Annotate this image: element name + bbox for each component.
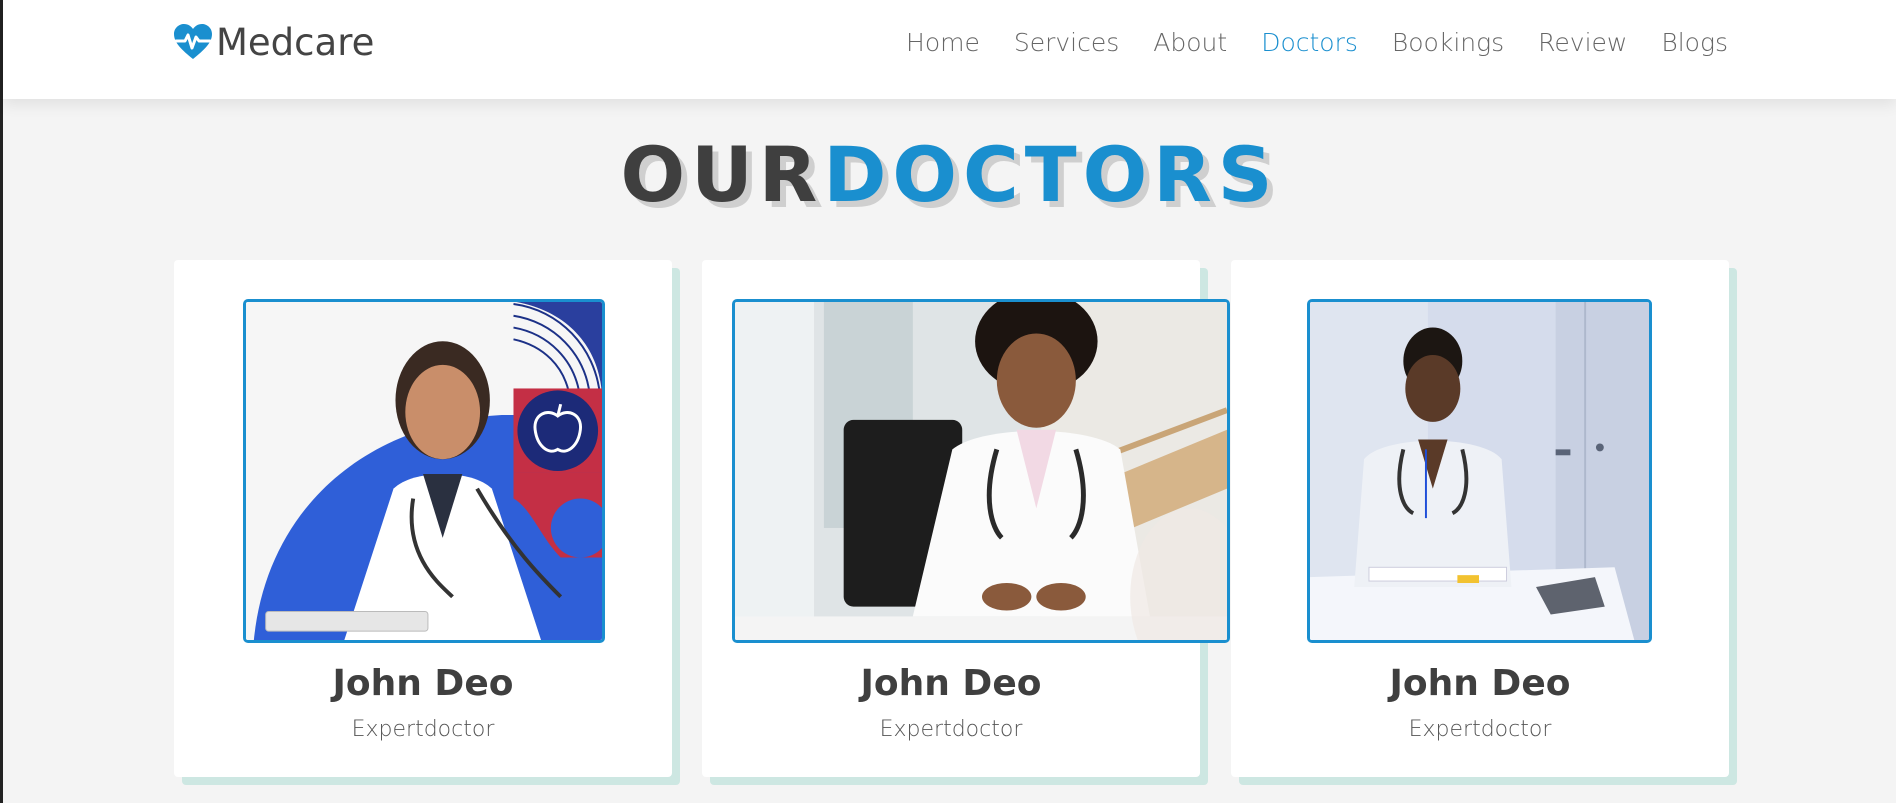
doctor-name: John Deo xyxy=(332,663,514,704)
doctor-portrait-image xyxy=(246,302,602,640)
nav-link-review[interactable]: Review xyxy=(1538,28,1627,57)
nav-link-bookings[interactable]: Bookings xyxy=(1392,28,1504,57)
site-header: Medcare Home Services About Doctors Book… xyxy=(3,0,1896,99)
doctor-photo xyxy=(1307,299,1652,643)
doctor-card: John Deo Expertdoctor xyxy=(174,260,672,777)
doctor-name: John Deo xyxy=(1389,663,1571,704)
section-heading: OURDOCTORS xyxy=(3,132,1896,218)
nav-link-services[interactable]: Services xyxy=(1014,28,1119,57)
doctor-portrait-image xyxy=(735,302,1227,640)
section-heading-part2: DOCTORS xyxy=(823,130,1279,219)
doctors-grid: John Deo Expertdoctor John Deo Expertdoc… xyxy=(174,260,1729,777)
doctor-title: Expertdoctor xyxy=(879,717,1023,742)
brand-logo-link[interactable]: Medcare xyxy=(172,18,374,66)
doctor-title: Expertdoctor xyxy=(351,717,495,742)
nav-link-home[interactable]: Home xyxy=(906,28,980,57)
nav-link-blogs[interactable]: Blogs xyxy=(1661,28,1728,57)
doctor-photo xyxy=(732,299,1230,643)
section-heading-part1: OUR xyxy=(620,130,824,219)
doctor-card: John Deo Expertdoctor xyxy=(702,260,1230,777)
brand-name: Medcare xyxy=(216,20,375,64)
doctor-title: Expertdoctor xyxy=(1408,717,1552,742)
doctor-name: John Deo xyxy=(860,663,1042,704)
doctor-portrait-image xyxy=(1310,302,1649,640)
heart-pulse-icon xyxy=(174,24,212,59)
main-nav: Home Services About Doctors Bookings Rev… xyxy=(906,22,1728,62)
nav-link-about[interactable]: About xyxy=(1153,28,1227,57)
doctor-photo xyxy=(243,299,605,643)
doctor-card: John Deo Expertdoctor xyxy=(1231,260,1729,777)
nav-link-doctors[interactable]: Doctors xyxy=(1261,28,1358,57)
